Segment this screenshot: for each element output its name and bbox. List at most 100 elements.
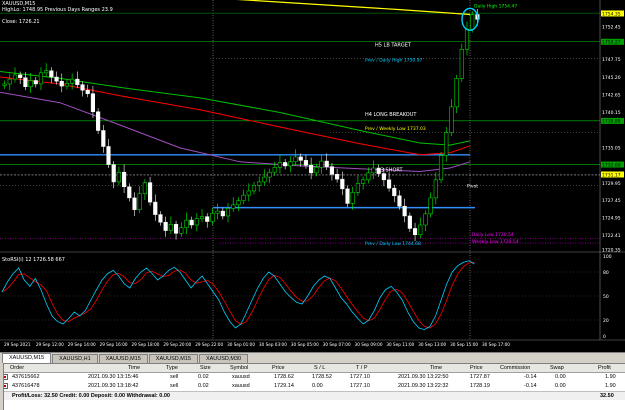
label-l3-short: L3 SHORT — [378, 168, 404, 174]
col-close-price[interactable]: Price — [470, 364, 483, 373]
price-axis-label: 1724.95 — [602, 215, 621, 221]
candle-body — [75, 78, 80, 85]
candle-body — [179, 227, 184, 234]
col-symbol[interactable]: Symbol — [230, 364, 248, 373]
candle-body — [329, 166, 334, 175]
candle-body — [433, 179, 438, 199]
candle-body — [288, 161, 293, 167]
candle-body — [449, 106, 454, 133]
price-tag-label: 1750.27 — [602, 40, 621, 46]
candle-body — [23, 77, 28, 88]
price-axis-label: 1742.65 — [602, 93, 621, 99]
table-header: Order Time Type Size Symbol Price S / L … — [0, 364, 625, 373]
candle-body — [257, 181, 262, 186]
tab-chart-3[interactable]: XAUUSD,M15 — [98, 354, 148, 363]
candle-body — [241, 194, 246, 201]
label-prev-daily-low: Prev / Daily Low 1744.68 — [365, 241, 421, 247]
price-chart[interactable]: Daily High 1754.47 H5 LB TARGET Prev / Dai… — [0, 0, 625, 352]
candle-body — [132, 197, 137, 210]
col-close-time[interactable]: Time — [430, 364, 442, 373]
candle-body — [2, 83, 7, 86]
candle-body — [18, 74, 23, 78]
time-axis-label: 30 Sep 01:00 — [227, 342, 255, 347]
candle-body — [101, 130, 106, 147]
candle-body — [28, 80, 33, 88]
info-line-2: Close: 1726.21 — [2, 19, 40, 25]
col-price[interactable]: Price — [272, 364, 285, 373]
label-daily-high: Daily High 1754.47 — [474, 4, 517, 10]
label-weekly-low: Weekly Low 1720.54 — [472, 239, 519, 245]
candle-body — [438, 155, 444, 181]
candle-body — [314, 167, 319, 174]
candle-body — [293, 156, 298, 163]
candle-body — [38, 72, 44, 85]
terminal-side-tab[interactable] — [0, 363, 4, 410]
candle-body — [381, 173, 386, 181]
tab-chart-2[interactable]: XAUUSD,H1 — [52, 354, 98, 363]
candle-body — [231, 204, 236, 209]
price-tag-label: 1732.60 — [602, 162, 621, 168]
price-axis-label: 1720.35 — [602, 247, 621, 253]
candle-body — [116, 171, 121, 183]
candle-body — [80, 84, 85, 91]
time-axis-label: 29 Sep 22:00 — [195, 342, 223, 347]
time-axis-label: 30 Sep 07:00 — [323, 342, 351, 347]
candle-body — [464, 28, 470, 50]
col-commission[interactable]: Commission — [500, 364, 530, 373]
col-sl[interactable]: S / L — [314, 364, 325, 373]
osc-axis-label: 100 — [603, 254, 612, 260]
label-prev-daily-high: Prev / Daily High 1750.97 — [365, 58, 423, 64]
candle-body — [64, 83, 70, 87]
candle-body — [163, 221, 168, 231]
candle-body — [335, 174, 340, 180]
candle-body — [59, 80, 64, 87]
candle-body — [96, 111, 101, 131]
time-axis-label: 29 Sep 2021 — [4, 342, 31, 347]
label-h5-target: H5 LB TARGET — [375, 42, 412, 48]
col-profit[interactable]: Profit — [598, 364, 611, 373]
candle-body — [371, 167, 376, 174]
table-row[interactable]: 437616478 2021.09.30 13:18:42 sell 0.02 … — [0, 382, 625, 391]
candle-body — [272, 167, 277, 173]
price-axis-label: 1747.75 — [602, 57, 621, 63]
candle-body — [246, 190, 251, 196]
candle-body — [49, 70, 54, 78]
time-axis-label: 29 Sep 16:00 — [100, 342, 128, 347]
osc-axis-label: 0 — [603, 334, 606, 340]
candle-body — [251, 185, 257, 192]
time-axis-label: 30 Sep 03:00 — [259, 342, 287, 347]
price-axis-label: 1735.05 — [602, 145, 621, 151]
osc-signal-line — [1, 262, 475, 329]
candle-body — [262, 176, 267, 183]
price-tag-label: 1738.88 — [602, 119, 621, 125]
tab-chart-5[interactable]: XAUUSD,M30 — [198, 354, 249, 363]
tab-chart-1[interactable]: XAUUSD,M15 — [2, 353, 52, 363]
col-order[interactable]: Order — [10, 364, 24, 373]
candle-body — [412, 228, 418, 235]
table-row[interactable]: 437615662 2021.09.30 13:15:46 sell 0.02 … — [0, 373, 625, 382]
col-time[interactable]: Time — [128, 364, 140, 373]
time-axis-label: 30 Sep 17:00 — [482, 342, 510, 347]
candle-body — [122, 171, 127, 188]
chart-area[interactable]: Daily High 1754.47 H5 LB TARGET Prev / Dai… — [0, 0, 625, 352]
time-axis-label: 29 Sep 14:00 — [68, 342, 96, 347]
candle-body — [267, 171, 272, 178]
terminal-panel: Order Time Type Size Symbol Price S / L … — [0, 363, 625, 410]
candle-body — [309, 164, 314, 174]
label-prev-weekly-low: Prev / Weekly Low 1737.03 — [365, 126, 426, 132]
col-type[interactable]: Type — [166, 364, 178, 373]
col-size[interactable]: Size — [200, 364, 211, 373]
col-swap[interactable]: Swap — [550, 364, 564, 373]
tab-chart-4[interactable]: XAUUSD,M15 — [148, 354, 198, 363]
candle-body — [90, 93, 95, 113]
candle-body — [340, 178, 345, 190]
candle-body — [168, 224, 173, 231]
candle-body — [366, 172, 371, 181]
time-axis-label: 30 Sep 15:00 — [450, 342, 478, 347]
candle-body — [7, 78, 12, 85]
candle-body — [225, 208, 231, 217]
time-axis-label: 29 Sep 18:00 — [131, 342, 159, 347]
candle-body — [303, 160, 309, 166]
sub-indicator-label: StoRSI(i) 12 1726.58 667 — [2, 257, 65, 263]
col-tp[interactable]: T / P — [356, 364, 368, 373]
